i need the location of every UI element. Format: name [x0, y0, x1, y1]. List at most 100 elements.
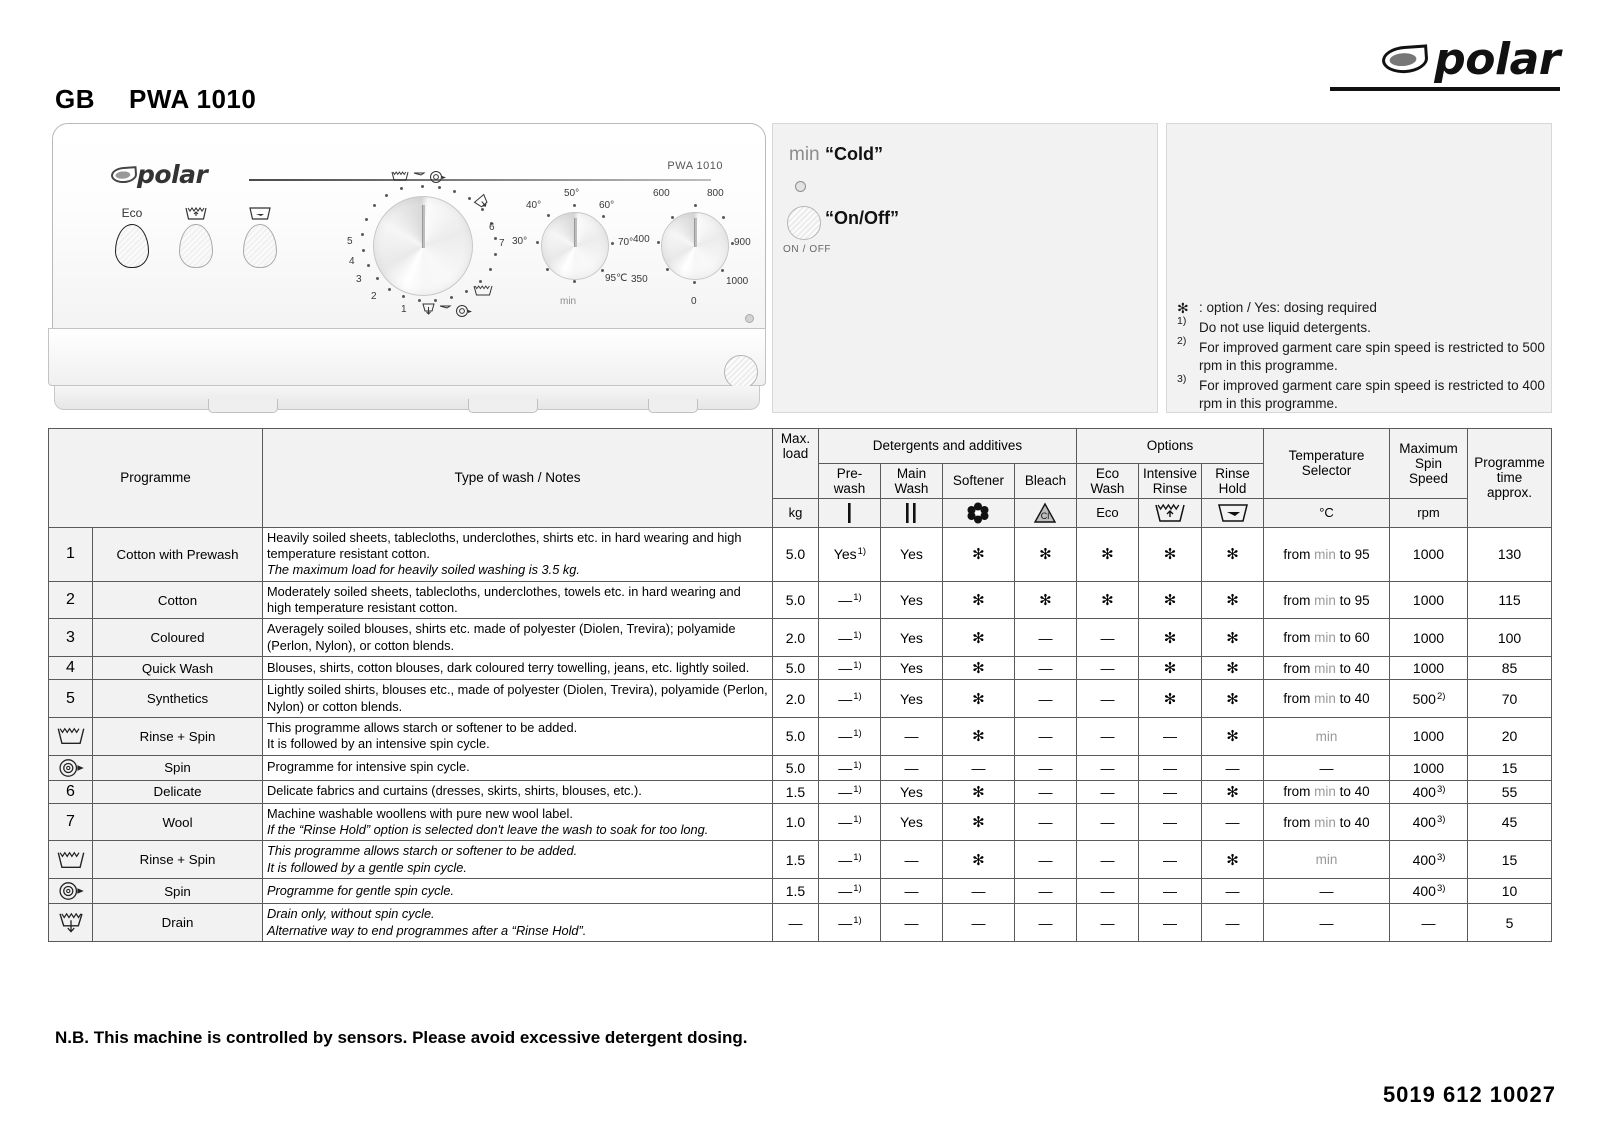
legend-led-icon	[795, 181, 806, 192]
intensive-rinse-button-key[interactable]	[179, 224, 213, 268]
row-main-wash: Yes	[879, 802, 943, 842]
machine-foot-right	[648, 399, 698, 413]
spin-dial-label-1000: 1000	[726, 276, 749, 287]
legend-on-off-knob[interactable]	[787, 206, 821, 240]
row-prewash: —1)	[817, 656, 881, 681]
row-rinse-hold: ✻	[1201, 526, 1264, 582]
row-bleach: ✻	[1013, 580, 1077, 620]
row-description: Heavily soiled sheets, tablecloths, unde…	[262, 526, 773, 582]
row-intensive-rinse: ✻	[1137, 526, 1203, 582]
rinse-hold-symbol	[1201, 497, 1264, 528]
spin-dial-face[interactable]	[661, 212, 729, 280]
group-detergents: Detergents and additives	[817, 428, 1077, 464]
row-description: Drain only, without spin cycle. Alternati…	[262, 903, 773, 942]
row-softener: —	[941, 878, 1015, 905]
row-description: Averagely soiled blouses, shirts etc. ma…	[262, 618, 773, 658]
table-row: Rinse + Spin This programme allows starch…	[48, 716, 1552, 756]
panel-brand-name: polar	[137, 160, 208, 189]
spin-speed-selector-dial[interactable]	[661, 212, 729, 280]
table-row: 6 Delicate Delicate fabrics and curtains (…	[48, 779, 1552, 804]
temperature-dial-label-70: 70°	[618, 237, 634, 248]
spin-dial-label-0: 0	[691, 296, 697, 307]
row-programme-time: 15	[1467, 840, 1552, 880]
svg-text:Cl: Cl	[1041, 511, 1050, 521]
on-off-knob[interactable]	[724, 355, 758, 389]
row-description-line: Averagely soiled blouses, shirts etc. ma…	[267, 621, 736, 653]
row-description-italic: Alternative way to end programmes after …	[267, 922, 587, 938]
option-button-row: Eco	[113, 206, 279, 268]
row-description-italic: If the “Rinse Hold” option is selected d…	[267, 822, 709, 837]
row-spin-speed: —	[1389, 903, 1468, 942]
temperature-dial-label-30: 30°	[512, 236, 528, 247]
nb-note: N.B. This machine is controlled by senso…	[55, 1028, 748, 1047]
temperature-selector-dial[interactable]	[541, 212, 609, 280]
col-max-spin-speed: Maximum Spin Speed	[1389, 428, 1468, 498]
table-row: 5 Synthetics Lightly soiled shirts, blouse…	[48, 679, 1552, 718]
eco-button[interactable]: Eco	[113, 206, 151, 268]
row-max-load: 5.0	[771, 754, 819, 781]
programme-dial-pointer	[421, 204, 425, 248]
bleach-symbol: Cl	[1013, 497, 1077, 528]
row-bleach: —	[1013, 679, 1077, 718]
row-eco-wash: —	[1075, 903, 1139, 942]
table-row: 1 Cotton with Prewash Heavily soiled sheet…	[48, 526, 1552, 582]
row-rinse-hold: ✻	[1201, 679, 1264, 718]
row-max-load: 5.0	[771, 656, 819, 681]
row-prewash: —1)	[817, 580, 881, 620]
rinse-hold-button[interactable]	[241, 206, 279, 268]
intensive-rinse-icon	[184, 206, 208, 224]
unit-kg: kg	[771, 497, 819, 528]
col-rinse-hold: Rinse Hold	[1201, 462, 1264, 499]
row-intensive-rinse: —	[1137, 840, 1203, 880]
footnote-3-text: For improved garment care spin speed is …	[1199, 377, 1545, 411]
row-temperature: from min to 40	[1263, 802, 1390, 842]
intensive-rinse-button[interactable]	[177, 206, 215, 268]
row-programme-time: 5	[1467, 903, 1552, 942]
table-row: Spin Programme for intensive spin cycle. 5…	[48, 754, 1552, 781]
col-softener: Softener	[941, 462, 1015, 499]
row-number: 4	[48, 656, 93, 681]
row-temperature: from min to 40	[1263, 656, 1390, 681]
row-rinse-hold: ✻	[1201, 716, 1264, 756]
row-softener: ✻	[941, 656, 1015, 681]
legend-controls-panel: min “Cold” ON / OFF “On/Off”	[772, 123, 1158, 413]
row-spin-speed: 1000	[1389, 580, 1468, 620]
footnote-asterisk: ✻ : option / Yes: dosing required	[1177, 299, 1545, 317]
row-temperature: from min to 60	[1263, 618, 1390, 658]
row-max-load: 2.0	[771, 618, 819, 658]
table-head: Programme Type of wash / Notes Max. load…	[48, 428, 1552, 528]
row-programme-time: 130	[1467, 526, 1552, 582]
row-description: Lightly soiled shirts, blouses etc., mad…	[262, 679, 773, 718]
row-max-load: —	[771, 903, 819, 942]
row-rinse-hold: —	[1201, 878, 1264, 905]
temperature-dial-face[interactable]	[541, 212, 609, 280]
row-programme-name: Quick Wash	[92, 656, 263, 681]
table-body: 1 Cotton with Prewash Heavily soiled sheet…	[48, 526, 1552, 942]
footnote-3-mark: 3)	[1177, 372, 1187, 385]
spin-dial-label-400: 400	[633, 234, 650, 245]
row-eco-wash: —	[1075, 716, 1139, 756]
programme-dial-face[interactable]	[373, 196, 473, 296]
row-number	[48, 716, 93, 756]
row-softener: ✻	[941, 580, 1015, 620]
page-title: GB PWA 1010	[55, 84, 256, 115]
row-temperature: from min to 40	[1263, 679, 1390, 718]
row-rinse-hold: —	[1201, 903, 1264, 942]
footnote-2: 2) For improved garment care spin speed …	[1177, 335, 1545, 375]
programme-selector-dial[interactable]	[373, 196, 473, 296]
rinse-hold-button-key[interactable]	[243, 224, 277, 268]
row-intensive-rinse: —	[1137, 903, 1203, 942]
col-programme: Programme	[48, 428, 263, 528]
row-programme-time: 10	[1467, 878, 1552, 905]
programme-dial-label-7: 7	[499, 238, 505, 249]
row-max-load: 5.0	[771, 716, 819, 756]
row-description: Programme for intensive spin cycle.	[262, 754, 773, 781]
programme-dial-rinse-icon	[473, 282, 493, 300]
eco-button-key[interactable]	[115, 224, 149, 268]
row-main-wash: —	[879, 754, 943, 781]
row-main-wash: —	[879, 840, 943, 880]
row-eco-wash: —	[1075, 618, 1139, 658]
row-prewash: Yes1)	[817, 526, 881, 582]
row-bleach: —	[1013, 878, 1077, 905]
row-softener: ✻	[941, 779, 1015, 804]
